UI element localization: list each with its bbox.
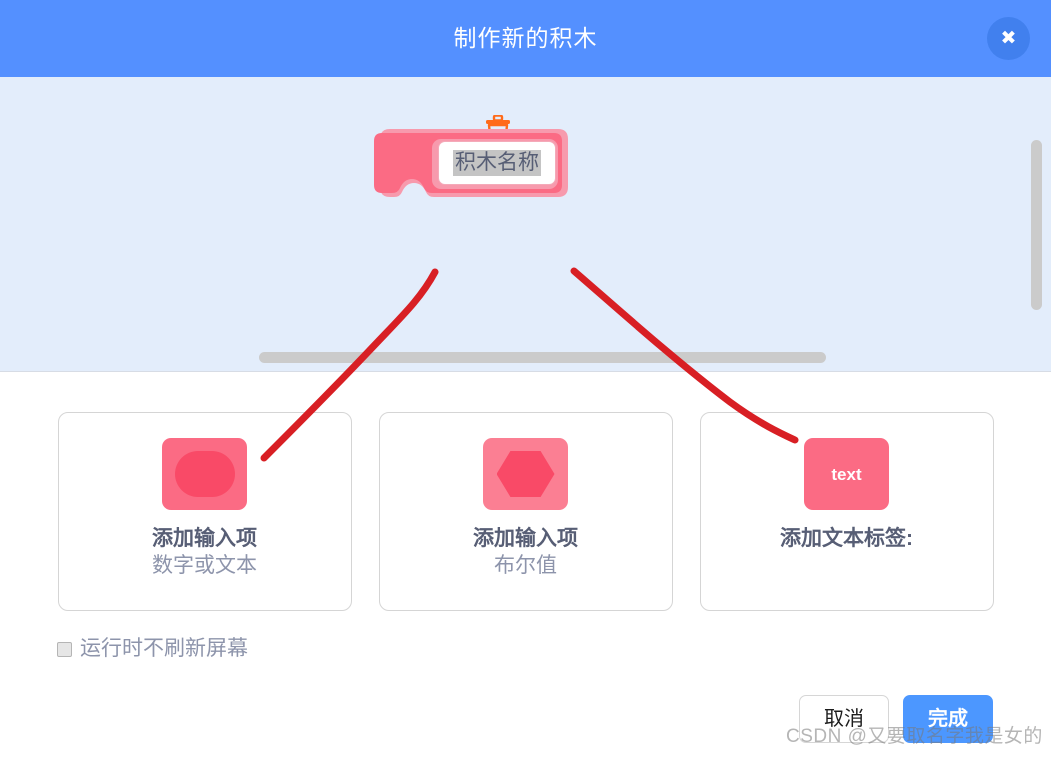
- block-name-value: 积木名称: [453, 149, 541, 177]
- boolean-input-inner-shape: [496, 451, 555, 497]
- option-label: 添加文本标签:: [780, 527, 913, 550]
- watermark: CSDN @又要取名字我是女的: [786, 726, 1043, 747]
- rounded-input-icon: [162, 438, 247, 510]
- run-without-refresh-checkbox[interactable]: [57, 641, 72, 657]
- option-cards-row: 添加输入项 数字或文本 添加输入项 布尔值 text 添加文本标签:: [0, 412, 1051, 611]
- option-card-add-input-number-text[interactable]: 添加输入项 数字或文本: [57, 412, 352, 611]
- block-preview-group: 积木名称: [372, 114, 572, 199]
- option-sublabel: 布尔值: [494, 554, 557, 578]
- page-title: 制作新的积木: [453, 25, 598, 51]
- option-card-add-text-label[interactable]: text 添加文本标签:: [699, 412, 994, 611]
- run-without-refresh-label: 运行时不刷新屏幕: [80, 637, 248, 660]
- rounded-input-inner-shape: [174, 451, 235, 497]
- option-sublabel: 数字或文本: [152, 554, 257, 578]
- text-label-icon-caption: text: [831, 464, 862, 484]
- make-a-block-modal: 制作新的积木 ✖ 积木名称 添加输入项 数字或文本 添加输入项 布尔值 text…: [0, 0, 1051, 757]
- close-icon: ✖: [1000, 28, 1017, 49]
- modal-header: 制作新的积木 ✖: [0, 0, 1051, 77]
- close-button[interactable]: ✖: [987, 17, 1030, 60]
- option-label: 添加输入项: [473, 527, 578, 550]
- block-name-input[interactable]: 积木名称: [438, 141, 556, 185]
- option-label: 添加输入项: [152, 527, 257, 550]
- block-preview-workspace[interactable]: 积木名称: [0, 77, 1051, 372]
- workspace-scrollbar-horizontal[interactable]: [259, 352, 826, 363]
- workspace-scrollbar-vertical[interactable]: [1031, 140, 1042, 310]
- define-block[interactable]: 积木名称: [372, 127, 568, 199]
- boolean-input-icon: [483, 438, 568, 510]
- text-label-icon: text: [804, 438, 889, 510]
- option-card-add-input-boolean[interactable]: 添加输入项 布尔值: [378, 412, 673, 611]
- run-without-refresh-checkbox-row[interactable]: 运行时不刷新屏幕: [57, 636, 248, 662]
